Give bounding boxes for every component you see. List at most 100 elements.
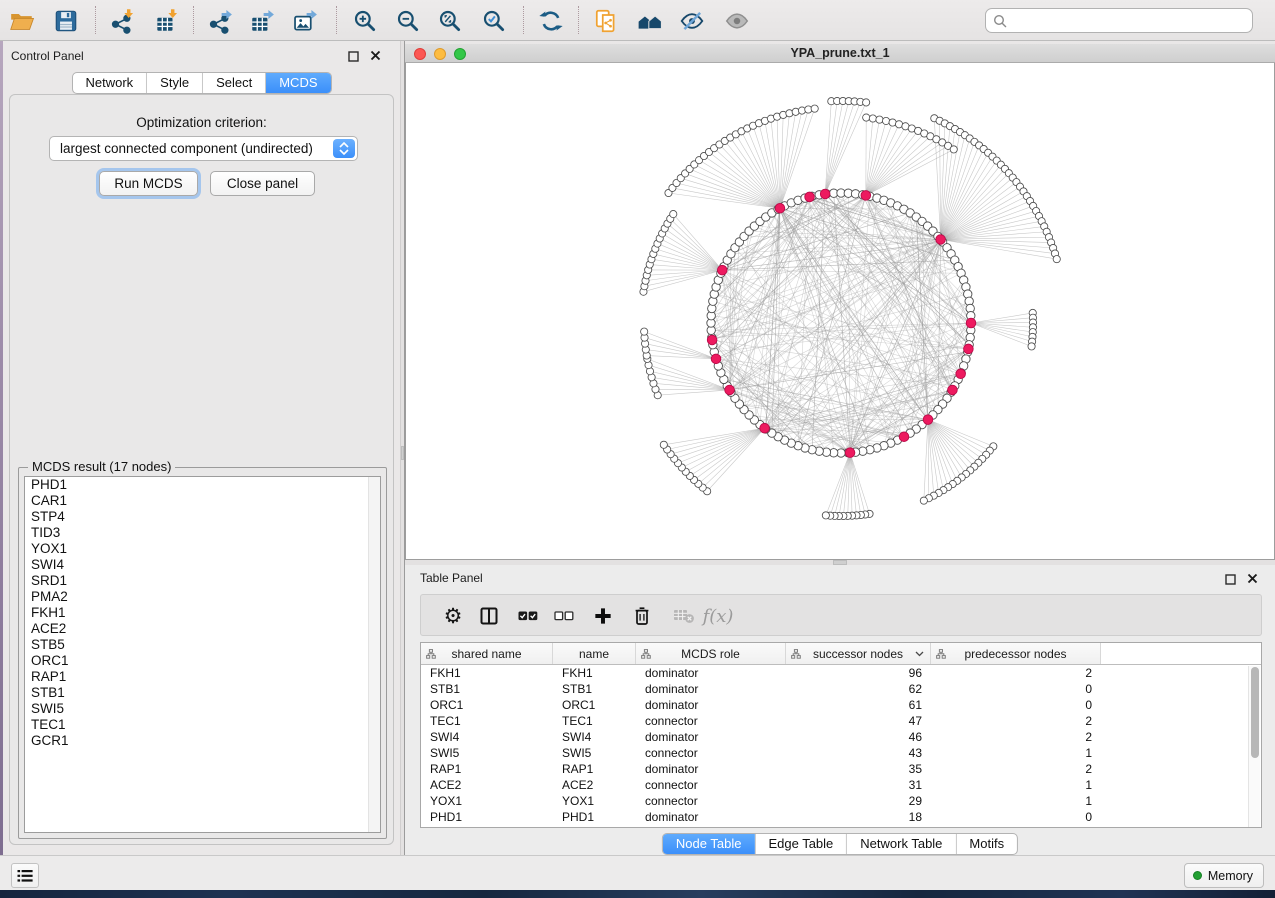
clone-network-button[interactable] [590, 6, 622, 36]
network-canvas[interactable] [405, 63, 1275, 560]
show-panels-button[interactable] [11, 863, 39, 888]
table-row[interactable]: STB1STB1dominator620 [421, 681, 1261, 697]
table-row[interactable]: PHD1PHD1dominator180 [421, 809, 1261, 825]
tab-network[interactable]: Network [72, 73, 147, 93]
table-row[interactable]: RAP1RAP1dominator352 [421, 761, 1261, 777]
table-cell: dominator [636, 809, 786, 825]
first-neighbors-button[interactable] [634, 6, 666, 36]
control-panel-tabs: NetworkStyleSelectMCDS [71, 72, 331, 94]
table-row[interactable]: YOX1YOX1connector291 [421, 793, 1261, 809]
table-cell: FKH1 [421, 665, 553, 681]
mcds-result-item[interactable]: GCR1 [25, 733, 380, 749]
table-row[interactable]: ORC1ORC1dominator610 [421, 697, 1261, 713]
zoom-fit-button[interactable] [434, 6, 466, 36]
criterion-value: largest connected component (undirected) [60, 141, 313, 156]
table-body: FKH1FKH1dominator962STB1STB1dominator620… [421, 665, 1261, 825]
close-table-panel-button[interactable] [1247, 571, 1261, 585]
table-scrollbar[interactable] [1248, 666, 1260, 827]
mcds-result-item[interactable]: STB5 [25, 637, 380, 653]
float-table-panel-button[interactable] [1225, 572, 1239, 586]
column-label: successor nodes [813, 647, 903, 661]
table-row[interactable]: SWI5SWI5connector431 [421, 745, 1261, 761]
export-image-button[interactable] [289, 6, 321, 36]
save-icon [53, 8, 79, 34]
column-header-successor-nodes[interactable]: successor nodes [786, 643, 931, 664]
add-column-button[interactable] [588, 602, 618, 630]
table-row[interactable]: ACE2ACE2connector311 [421, 777, 1261, 793]
mcds-result-item[interactable]: TEC1 [25, 717, 380, 733]
export-table-button[interactable] [246, 6, 278, 36]
open-file-button[interactable] [6, 6, 38, 36]
mcds-result-item[interactable]: STB1 [25, 685, 380, 701]
mcds-result-item[interactable]: FKH1 [25, 605, 380, 621]
mcds-result-item[interactable]: ORC1 [25, 653, 380, 669]
mcds-result-group: MCDS result (17 nodes) PHD1CAR1STP4TID3Y… [18, 467, 387, 839]
plus-icon [594, 607, 612, 625]
function-builder-button[interactable]: f(x) [703, 602, 733, 630]
mcds-result-item[interactable]: RAP1 [25, 669, 380, 685]
tab-network-table[interactable]: Network Table [847, 834, 956, 854]
select-all-rows-button[interactable] [513, 602, 543, 630]
mcds-result-item[interactable]: YOX1 [25, 541, 380, 557]
mcds-result-item[interactable]: SWI5 [25, 701, 380, 717]
table-cell: ORC1 [421, 697, 553, 713]
table-settings-button[interactable]: ⚙ [438, 602, 468, 630]
delete-column-button[interactable] [627, 602, 657, 630]
scrollbar-thumb[interactable] [1251, 667, 1259, 758]
memory-status-icon [1193, 871, 1202, 880]
table-cell: connector [636, 713, 786, 729]
export-network-button[interactable] [204, 6, 236, 36]
mcds-result-item[interactable]: CAR1 [25, 493, 380, 509]
tab-style[interactable]: Style [147, 73, 203, 93]
dropdown-stepper-icon [333, 139, 355, 158]
column-header-MCDS-role[interactable]: MCDS role [636, 643, 786, 664]
cytoscape-window: Control Panel NetworkStyleSelectMCDS Opt… [0, 0, 1275, 898]
mcds-result-item[interactable]: PMA2 [25, 589, 380, 605]
search-input[interactable] [1012, 13, 1252, 28]
zoom-out-icon [395, 8, 421, 34]
toolbar-separator [336, 6, 337, 34]
show-hidden-button[interactable] [721, 6, 753, 36]
mcds-result-item[interactable]: SWI4 [25, 557, 380, 573]
mcds-list-scrollbar[interactable] [368, 477, 380, 832]
criterion-dropdown[interactable]: largest connected component (undirected) [49, 136, 358, 161]
close-icon [370, 50, 381, 61]
column-header-predecessor-nodes[interactable]: predecessor nodes [931, 643, 1101, 664]
close-panel-button[interactable] [370, 48, 384, 62]
tab-mcds[interactable]: MCDS [266, 73, 330, 93]
import-network-button[interactable] [106, 6, 138, 36]
tab-node-table[interactable]: Node Table [663, 834, 756, 854]
mcds-result-item[interactable]: STP4 [25, 509, 380, 525]
deselect-all-rows-button[interactable] [549, 602, 579, 630]
mcds-result-item[interactable]: ACE2 [25, 621, 380, 637]
tab-select[interactable]: Select [203, 73, 266, 93]
float-panel-button[interactable] [348, 49, 362, 63]
delete-table-button[interactable] [669, 602, 699, 630]
table-row[interactable]: FKH1FKH1dominator962 [421, 665, 1261, 681]
mcds-result-item[interactable]: PHD1 [25, 477, 380, 493]
zoom-in-button[interactable] [349, 6, 381, 36]
mcds-result-item[interactable]: TID3 [25, 525, 380, 541]
tab-motifs[interactable]: Motifs [956, 834, 1017, 854]
zoom-out-button[interactable] [392, 6, 424, 36]
run-mcds-button[interactable]: Run MCDS [99, 171, 198, 196]
zoom-selected-button[interactable] [478, 6, 510, 36]
splitter-grip[interactable] [401, 446, 404, 460]
refresh-view-button[interactable] [535, 6, 567, 36]
network-titlebar[interactable]: YPA_prune.txt_1 [405, 44, 1275, 63]
table-row[interactable]: TEC1TEC1connector472 [421, 713, 1261, 729]
save-session-button[interactable] [50, 6, 82, 36]
hide-selected-button[interactable] [676, 6, 708, 36]
table-row[interactable]: SWI4SWI4dominator462 [421, 729, 1261, 745]
table-cell: ACE2 [421, 777, 553, 793]
column-header-shared-name[interactable]: shared name [421, 643, 553, 664]
column-header-name[interactable]: name [553, 643, 636, 664]
mcds-result-item[interactable]: SRD1 [25, 573, 380, 589]
split-column-button[interactable] [474, 602, 504, 630]
import-table-button[interactable] [150, 6, 182, 36]
memory-button[interactable]: Memory [1184, 863, 1264, 888]
close-panel-action-button[interactable]: Close panel [210, 171, 315, 196]
tab-edge-table[interactable]: Edge Table [755, 834, 847, 854]
eye-slash-icon [679, 8, 705, 34]
export-network-icon [207, 8, 233, 34]
